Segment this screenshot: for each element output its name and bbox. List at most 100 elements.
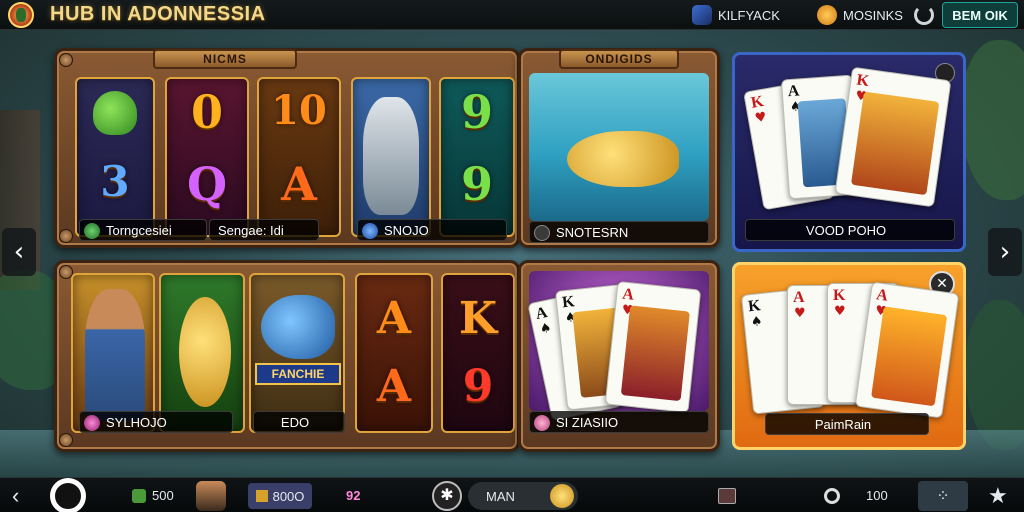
fish-card-art: [620, 305, 690, 402]
carousel-next-button[interactable]: ›: [988, 228, 1022, 276]
fish-character-icon: [363, 97, 419, 215]
fishing-game-tile[interactable]: ONDIGIDS SNOTESRN: [518, 48, 720, 248]
game-label: Sengae: Idi: [218, 222, 284, 238]
character-logo-icon: [8, 2, 34, 28]
frame-bolt: [59, 53, 73, 67]
refresh-icon: [914, 5, 934, 25]
gold-coin-icon: [550, 484, 574, 508]
slots-panel-title: NICMS: [153, 49, 297, 69]
top-cta-button[interactable]: BEM OIK: [942, 2, 1018, 28]
chevron-left-icon: ‹: [12, 482, 20, 508]
rewards-button[interactable]: MOSINKS: [817, 0, 903, 30]
reel-symbol: 0: [190, 85, 223, 139]
favorite-button[interactable]: ★: [988, 478, 1008, 512]
wallet-icon: [255, 490, 268, 502]
banner-label: FANCHIE: [255, 363, 341, 385]
game-label: SNOJO: [384, 222, 429, 238]
game-label-bar: Sengae: Idi: [209, 219, 319, 241]
fish-card-art: [850, 91, 940, 196]
playing-card: A ♥: [854, 281, 960, 419]
coin-icon: [132, 488, 146, 503]
search-icon: [824, 487, 840, 504]
card-game-tile-orange[interactable]: ✕ K ♠ A ♥ K ♥ A ♥ PaimRain: [732, 262, 966, 450]
account-button[interactable]: KILFYACK: [692, 0, 780, 30]
reel-symbol: 10: [271, 87, 327, 134]
reel-symbol: Q: [186, 157, 228, 211]
profile-icon: [692, 5, 712, 25]
reel-cell: A A: [355, 273, 433, 433]
fishing-icon: [534, 225, 550, 241]
reel-cell: K 9: [441, 273, 515, 433]
avatar-icon: [196, 480, 226, 511]
back-button[interactable]: ‹: [12, 478, 19, 512]
game-label: VOOD POHO: [805, 222, 887, 238]
game-label: SNOTESRN: [556, 224, 629, 240]
fishing-scene: [529, 73, 709, 221]
search-button[interactable]: [824, 478, 840, 512]
frame-bolt: [59, 433, 73, 447]
coins-counter: 500: [132, 478, 174, 512]
reel-cell-fisherman-fish: [351, 77, 431, 237]
rewards-label: MOSINKS: [843, 7, 903, 23]
refresh-button[interactable]: [914, 0, 934, 30]
game-label-bar: EDO: [253, 411, 345, 433]
golden-dragon-fish-art: [871, 306, 948, 407]
pig-icon: [534, 415, 550, 431]
slots-panel-bottom[interactable]: FANCHIE A A K 9 SYLHOJO EDO: [54, 260, 520, 452]
star-icon: ★: [988, 482, 1008, 508]
wallet-counter[interactable]: 800O: [248, 483, 312, 509]
background-foliage: [965, 300, 1024, 450]
game-label: PaimRain: [814, 416, 872, 432]
reel-cell: 9 9: [439, 77, 515, 237]
game-label-bar: VOOD POHO: [745, 219, 955, 241]
cards-game-tile[interactable]: A ♠ K ♠ A ♥ SI ZIASIIO: [518, 260, 720, 452]
green-fish-symbol-icon: [93, 91, 137, 135]
reel-cell-banner-fish: FANCHIE: [249, 273, 345, 433]
frame-bolt: [59, 229, 73, 243]
reel-cell-fish: 3: [75, 77, 155, 237]
avatar[interactable]: [196, 478, 226, 512]
home-ring-icon: [50, 477, 86, 512]
fishing-tile-title: ONDIGIDS: [559, 49, 679, 69]
globe-icon: [84, 223, 100, 239]
image-icon: [718, 487, 736, 504]
playing-card: K ♥: [834, 66, 952, 208]
globe-icon: [362, 223, 378, 239]
carousel-prev-button[interactable]: ‹: [2, 228, 36, 276]
reel-symbol: 3: [100, 157, 130, 206]
wallet-value: 800O: [272, 488, 305, 504]
game-label: SYLHOJO: [106, 414, 167, 430]
settings-button[interactable]: ✱: [432, 478, 462, 512]
poker-game-tile[interactable]: K ♥ A ♠ K ♥ VOOD POHO: [732, 52, 966, 252]
apps-button[interactable]: ⁘: [918, 481, 968, 511]
spin-button[interactable]: MAN: [468, 482, 578, 510]
level-value: 92: [346, 488, 361, 503]
gallery-button[interactable]: [718, 478, 736, 512]
game-label: Torngcesiei: [106, 222, 172, 238]
home-button[interactable]: [50, 477, 86, 512]
cards-scene: A ♠ K ♠ A ♥: [527, 271, 709, 422]
game-label-bar: SNOTESRN: [529, 221, 709, 243]
gear-icon: ✱: [432, 480, 462, 511]
reel-symbol: A: [281, 157, 317, 211]
top-bar: HUB IN ADONNESSIA KILFYACK MOSINKS BEM O…: [0, 0, 1024, 30]
brand-title: HUB IN ADONNESSIA: [50, 3, 266, 25]
game-label-bar: SI ZIASIIO: [529, 411, 709, 433]
score-value: 100: [866, 488, 888, 503]
game-label-bar: SYLHOJO: [79, 411, 233, 433]
reel-symbol: 9: [460, 157, 493, 211]
globe-icon: [84, 415, 100, 431]
game-label: SI ZIASIIO: [556, 414, 619, 430]
blue-fish-icon: [261, 295, 335, 359]
bottom-bar: ‹ 500 800O 92 ✱ MAN 100 ⁘ ★: [0, 477, 1024, 512]
game-label-bar: PaimRain: [765, 413, 929, 435]
playing-card: A ♥: [604, 280, 702, 414]
reel-symbol: 9: [462, 361, 494, 412]
golden-fish-icon: [567, 131, 679, 187]
burger-reward-icon: [817, 5, 837, 25]
game-label-bar: Torngcesiei: [79, 219, 207, 241]
reel-cell-golden-fish: [159, 273, 245, 433]
reel-symbol: K: [458, 293, 498, 344]
reel-cell: 10 A: [257, 77, 341, 237]
slots-panel-top[interactable]: NICMS 3 0 Q 10 A 9 9 Torngcesiei Sengae:…: [54, 48, 520, 248]
